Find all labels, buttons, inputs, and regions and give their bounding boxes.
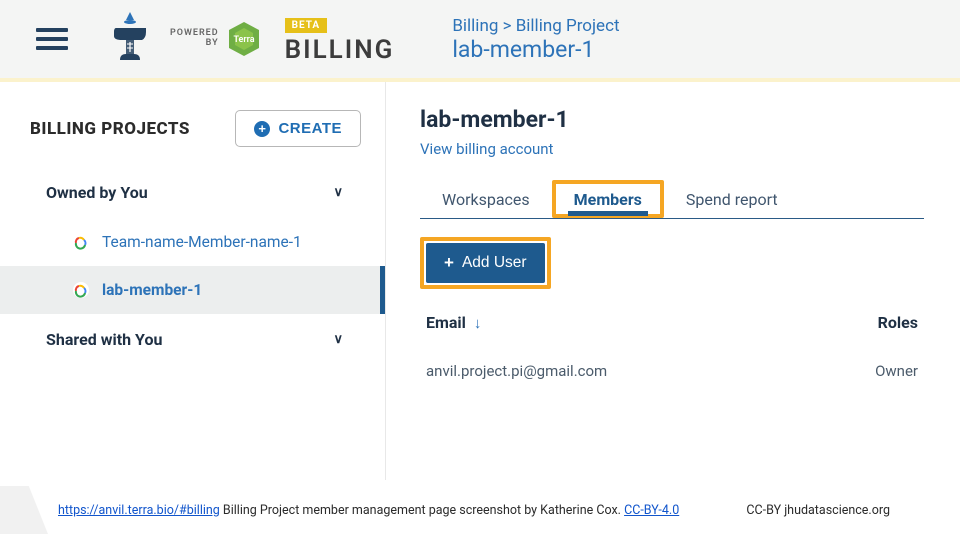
google-cloud-icon: [72, 281, 90, 299]
add-user-button[interactable]: + Add User: [426, 243, 545, 283]
footer-url-link[interactable]: https://anvil.terra.bio/#billing: [58, 503, 220, 518]
sort-down-icon: ↓: [474, 314, 482, 332]
tab-bar: Workspaces Members Spend report: [420, 180, 924, 219]
project-title: lab-member-1: [420, 106, 924, 133]
beta-badge: BETA: [285, 18, 328, 33]
breadcrumb[interactable]: Billing > Billing Project: [452, 16, 619, 36]
chevron-down-icon: ∨: [333, 185, 343, 200]
cell-role: Owner: [875, 362, 918, 380]
tab-workspaces[interactable]: Workspaces: [420, 180, 552, 218]
breadcrumb-block: Billing > Billing Project lab-member-1: [452, 16, 619, 63]
view-billing-account-link[interactable]: View billing account: [420, 140, 553, 158]
sidebar-title: BILLING PROJECTS: [30, 119, 190, 139]
add-user-label: Add User: [462, 254, 527, 272]
sidebar-project-item[interactable]: lab-member-1: [0, 266, 385, 314]
tab-spend-report[interactable]: Spend report: [664, 180, 800, 218]
footer-license-link[interactable]: CC-BY-4.0: [624, 503, 679, 518]
app-header: POWERED BY Terra BETA BILLING Billing > …: [0, 0, 960, 82]
footer-caption: https://anvil.terra.bio/#billing Billing…: [0, 480, 960, 540]
cell-email: anvil.project.pi@gmail.com: [426, 362, 607, 380]
footer-attribution: CC-BY jhudatascience.org: [746, 503, 890, 518]
content-panel: lab-member-1 View billing account Worksp…: [386, 82, 960, 480]
create-button-label: CREATE: [278, 120, 342, 137]
sidebar-item-label: lab-member-1: [102, 281, 202, 299]
billing-title-block: BETA BILLING: [285, 13, 395, 65]
terra-logo-icon: Terra: [225, 20, 263, 58]
google-cloud-icon: [72, 233, 90, 251]
hamburger-menu-icon[interactable]: [36, 23, 68, 55]
tab-members[interactable]: Members: [552, 180, 664, 218]
sidebar-group-label: Owned by You: [46, 183, 148, 202]
column-header-email[interactable]: Email ↓: [426, 313, 481, 332]
anvil-logo-icon: [108, 10, 152, 68]
table-row: anvil.project.pi@gmail.com Owner: [420, 342, 924, 400]
create-button[interactable]: + CREATE: [235, 110, 361, 147]
add-user-highlight: + Add User: [420, 237, 551, 289]
sidebar-group-label: Shared with You: [46, 330, 162, 349]
sidebar-item-label: Team-name-Member-name-1: [102, 233, 302, 251]
header-project-name: lab-member-1: [452, 36, 619, 63]
sidebar-project-item[interactable]: Team-name-Member-name-1: [0, 218, 385, 266]
corner-decoration-icon: [0, 486, 48, 534]
sidebar: BILLING PROJECTS + CREATE Owned by You ∨…: [0, 82, 386, 480]
plus-icon: +: [444, 253, 454, 273]
members-table: Email ↓ Roles anvil.project.pi@gmail.com…: [420, 313, 924, 400]
page-title: BILLING: [285, 35, 395, 65]
svg-text:Terra: Terra: [233, 35, 254, 45]
chevron-down-icon: ∨: [333, 332, 343, 347]
sidebar-group-shared[interactable]: Shared with You ∨: [0, 314, 385, 365]
plus-circle-icon: +: [254, 121, 270, 137]
powered-by-label: POWERED BY: [170, 29, 219, 49]
column-header-roles[interactable]: Roles: [878, 313, 918, 332]
sidebar-group-owned[interactable]: Owned by You ∨: [0, 167, 385, 218]
